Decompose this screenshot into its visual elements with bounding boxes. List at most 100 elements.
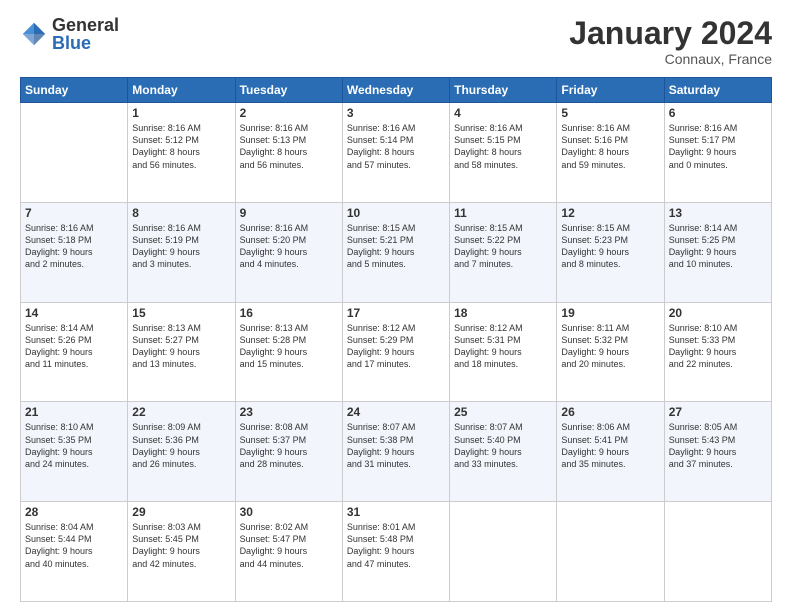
- calendar-cell: 9 Sunrise: 8:16 AM Sunset: 5:20 PM Daylig…: [235, 202, 342, 302]
- calendar-cell: 16Sunrise: 8:13 AM Sunset: 5:28 PM Dayli…: [235, 302, 342, 402]
- calendar-cell: [557, 502, 664, 602]
- day-number: 27: [669, 405, 767, 419]
- day-header-friday: Friday: [557, 78, 664, 103]
- calendar-cell: [21, 103, 128, 203]
- day-info: Sunrise: 8:06 AM Sunset: 5:41 PM Dayligh…: [561, 421, 659, 470]
- day-number: 4: [454, 106, 552, 120]
- calendar-cell: 27 Sunrise: 8:05 AM Sunset: 5:43 PM Dayli…: [664, 402, 771, 502]
- day-number: 19: [561, 306, 659, 320]
- day-info: Sunrise: 8:05 AM Sunset: 5:43 PM Dayligh…: [669, 421, 767, 470]
- day-info: Sunrise: 8:16 AM Sunset: 5:15 PM Dayligh…: [454, 122, 552, 171]
- calendar-table: SundayMondayTuesdayWednesdayThursdayFrid…: [20, 77, 772, 602]
- calendar-cell: 7 Sunrise: 8:16 AM Sunset: 5:18 PM Daylig…: [21, 202, 128, 302]
- day-info: Sunrise: 8:16 AM Sunset: 5:19 PM Dayligh…: [132, 222, 230, 271]
- calendar-week-5: 28Sunrise: 8:04 AM Sunset: 5:44 PM Dayli…: [21, 502, 772, 602]
- calendar-cell: 4 Sunrise: 8:16 AM Sunset: 5:15 PM Daylig…: [450, 103, 557, 203]
- day-info: Sunrise: 8:11 AM Sunset: 5:32 PM Dayligh…: [561, 322, 659, 371]
- day-info: Sunrise: 8:15 AM Sunset: 5:22 PM Dayligh…: [454, 222, 552, 271]
- calendar-cell: 28Sunrise: 8:04 AM Sunset: 5:44 PM Dayli…: [21, 502, 128, 602]
- day-number: 15: [132, 306, 230, 320]
- day-number: 25: [454, 405, 552, 419]
- location: Connaux, France: [569, 51, 772, 67]
- logo: General Blue: [20, 16, 119, 52]
- day-header-monday: Monday: [128, 78, 235, 103]
- calendar-cell: 5 Sunrise: 8:16 AM Sunset: 5:16 PM Daylig…: [557, 103, 664, 203]
- day-header-wednesday: Wednesday: [342, 78, 449, 103]
- day-info: Sunrise: 8:15 AM Sunset: 5:21 PM Dayligh…: [347, 222, 445, 271]
- day-number: 7: [25, 206, 123, 220]
- day-number: 14: [25, 306, 123, 320]
- day-info: Sunrise: 8:10 AM Sunset: 5:33 PM Dayligh…: [669, 322, 767, 371]
- day-number: 31: [347, 505, 445, 519]
- calendar-cell: 19 Sunrise: 8:11 AM Sunset: 5:32 PM Dayli…: [557, 302, 664, 402]
- day-info: Sunrise: 8:13 AM Sunset: 5:28 PM Dayligh…: [240, 322, 338, 371]
- day-number: 12: [561, 206, 659, 220]
- day-info: Sunrise: 8:01 AM Sunset: 5:48 PM Dayligh…: [347, 521, 445, 570]
- day-info: Sunrise: 8:16 AM Sunset: 5:12 PM Dayligh…: [132, 122, 230, 171]
- day-info: Sunrise: 8:07 AM Sunset: 5:40 PM Dayligh…: [454, 421, 552, 470]
- calendar-cell: 15 Sunrise: 8:13 AM Sunset: 5:27 PM Dayli…: [128, 302, 235, 402]
- logo-text: General Blue: [52, 16, 119, 52]
- day-info: Sunrise: 8:16 AM Sunset: 5:20 PM Dayligh…: [240, 222, 338, 271]
- day-number: 2: [240, 106, 338, 120]
- calendar-header-row: SundayMondayTuesdayWednesdayThursdayFrid…: [21, 78, 772, 103]
- title-block: January 2024 Connaux, France: [569, 16, 772, 67]
- calendar-cell: 8Sunrise: 8:16 AM Sunset: 5:19 PM Daylig…: [128, 202, 235, 302]
- day-number: 5: [561, 106, 659, 120]
- calendar-cell: 17 Sunrise: 8:12 AM Sunset: 5:29 PM Dayli…: [342, 302, 449, 402]
- calendar-cell: 6 Sunrise: 8:16 AM Sunset: 5:17 PM Daylig…: [664, 103, 771, 203]
- day-info: Sunrise: 8:07 AM Sunset: 5:38 PM Dayligh…: [347, 421, 445, 470]
- calendar-cell: 21Sunrise: 8:10 AM Sunset: 5:35 PM Dayli…: [21, 402, 128, 502]
- calendar-week-1: 1 Sunrise: 8:16 AM Sunset: 5:12 PM Daylig…: [21, 103, 772, 203]
- day-info: Sunrise: 8:09 AM Sunset: 5:36 PM Dayligh…: [132, 421, 230, 470]
- calendar-cell: [664, 502, 771, 602]
- calendar-cell: 24 Sunrise: 8:07 AM Sunset: 5:38 PM Dayli…: [342, 402, 449, 502]
- day-number: 1: [132, 106, 230, 120]
- day-number: 17: [347, 306, 445, 320]
- day-header-thursday: Thursday: [450, 78, 557, 103]
- calendar-cell: 18Sunrise: 8:12 AM Sunset: 5:31 PM Dayli…: [450, 302, 557, 402]
- day-number: 26: [561, 405, 659, 419]
- calendar-cell: 13 Sunrise: 8:14 AM Sunset: 5:25 PM Dayli…: [664, 202, 771, 302]
- calendar-cell: 12 Sunrise: 8:15 AM Sunset: 5:23 PM Dayli…: [557, 202, 664, 302]
- day-info: Sunrise: 8:15 AM Sunset: 5:23 PM Dayligh…: [561, 222, 659, 271]
- day-info: Sunrise: 8:14 AM Sunset: 5:26 PM Dayligh…: [25, 322, 123, 371]
- day-info: Sunrise: 8:13 AM Sunset: 5:27 PM Dayligh…: [132, 322, 230, 371]
- calendar-cell: 29Sunrise: 8:03 AM Sunset: 5:45 PM Dayli…: [128, 502, 235, 602]
- calendar-week-4: 21Sunrise: 8:10 AM Sunset: 5:35 PM Dayli…: [21, 402, 772, 502]
- day-number: 21: [25, 405, 123, 419]
- month-title: January 2024: [569, 16, 772, 51]
- calendar-cell: 1 Sunrise: 8:16 AM Sunset: 5:12 PM Daylig…: [128, 103, 235, 203]
- day-header-tuesday: Tuesday: [235, 78, 342, 103]
- day-number: 9: [240, 206, 338, 220]
- calendar-week-2: 7 Sunrise: 8:16 AM Sunset: 5:18 PM Daylig…: [21, 202, 772, 302]
- day-info: Sunrise: 8:12 AM Sunset: 5:29 PM Dayligh…: [347, 322, 445, 371]
- calendar-cell: 14 Sunrise: 8:14 AM Sunset: 5:26 PM Dayli…: [21, 302, 128, 402]
- day-info: Sunrise: 8:14 AM Sunset: 5:25 PM Dayligh…: [669, 222, 767, 271]
- page: General Blue January 2024 Connaux, Franc…: [0, 0, 792, 612]
- day-header-saturday: Saturday: [664, 78, 771, 103]
- day-number: 28: [25, 505, 123, 519]
- calendar-cell: 10Sunrise: 8:15 AM Sunset: 5:21 PM Dayli…: [342, 202, 449, 302]
- day-number: 30: [240, 505, 338, 519]
- logo-general: General: [52, 16, 119, 34]
- day-header-sunday: Sunday: [21, 78, 128, 103]
- day-number: 13: [669, 206, 767, 220]
- calendar-cell: 31 Sunrise: 8:01 AM Sunset: 5:48 PM Dayli…: [342, 502, 449, 602]
- calendar-cell: 3Sunrise: 8:16 AM Sunset: 5:14 PM Daylig…: [342, 103, 449, 203]
- day-number: 23: [240, 405, 338, 419]
- calendar-week-3: 14 Sunrise: 8:14 AM Sunset: 5:26 PM Dayli…: [21, 302, 772, 402]
- day-number: 24: [347, 405, 445, 419]
- logo-icon: [20, 20, 48, 48]
- day-number: 11: [454, 206, 552, 220]
- day-info: Sunrise: 8:16 AM Sunset: 5:16 PM Dayligh…: [561, 122, 659, 171]
- calendar-cell: 25 Sunrise: 8:07 AM Sunset: 5:40 PM Dayli…: [450, 402, 557, 502]
- calendar-cell: 30 Sunrise: 8:02 AM Sunset: 5:47 PM Dayli…: [235, 502, 342, 602]
- day-info: Sunrise: 8:16 AM Sunset: 5:17 PM Dayligh…: [669, 122, 767, 171]
- calendar-cell: 22Sunrise: 8:09 AM Sunset: 5:36 PM Dayli…: [128, 402, 235, 502]
- day-info: Sunrise: 8:02 AM Sunset: 5:47 PM Dayligh…: [240, 521, 338, 570]
- day-info: Sunrise: 8:16 AM Sunset: 5:18 PM Dayligh…: [25, 222, 123, 271]
- day-number: 6: [669, 106, 767, 120]
- day-info: Sunrise: 8:03 AM Sunset: 5:45 PM Dayligh…: [132, 521, 230, 570]
- day-info: Sunrise: 8:16 AM Sunset: 5:14 PM Dayligh…: [347, 122, 445, 171]
